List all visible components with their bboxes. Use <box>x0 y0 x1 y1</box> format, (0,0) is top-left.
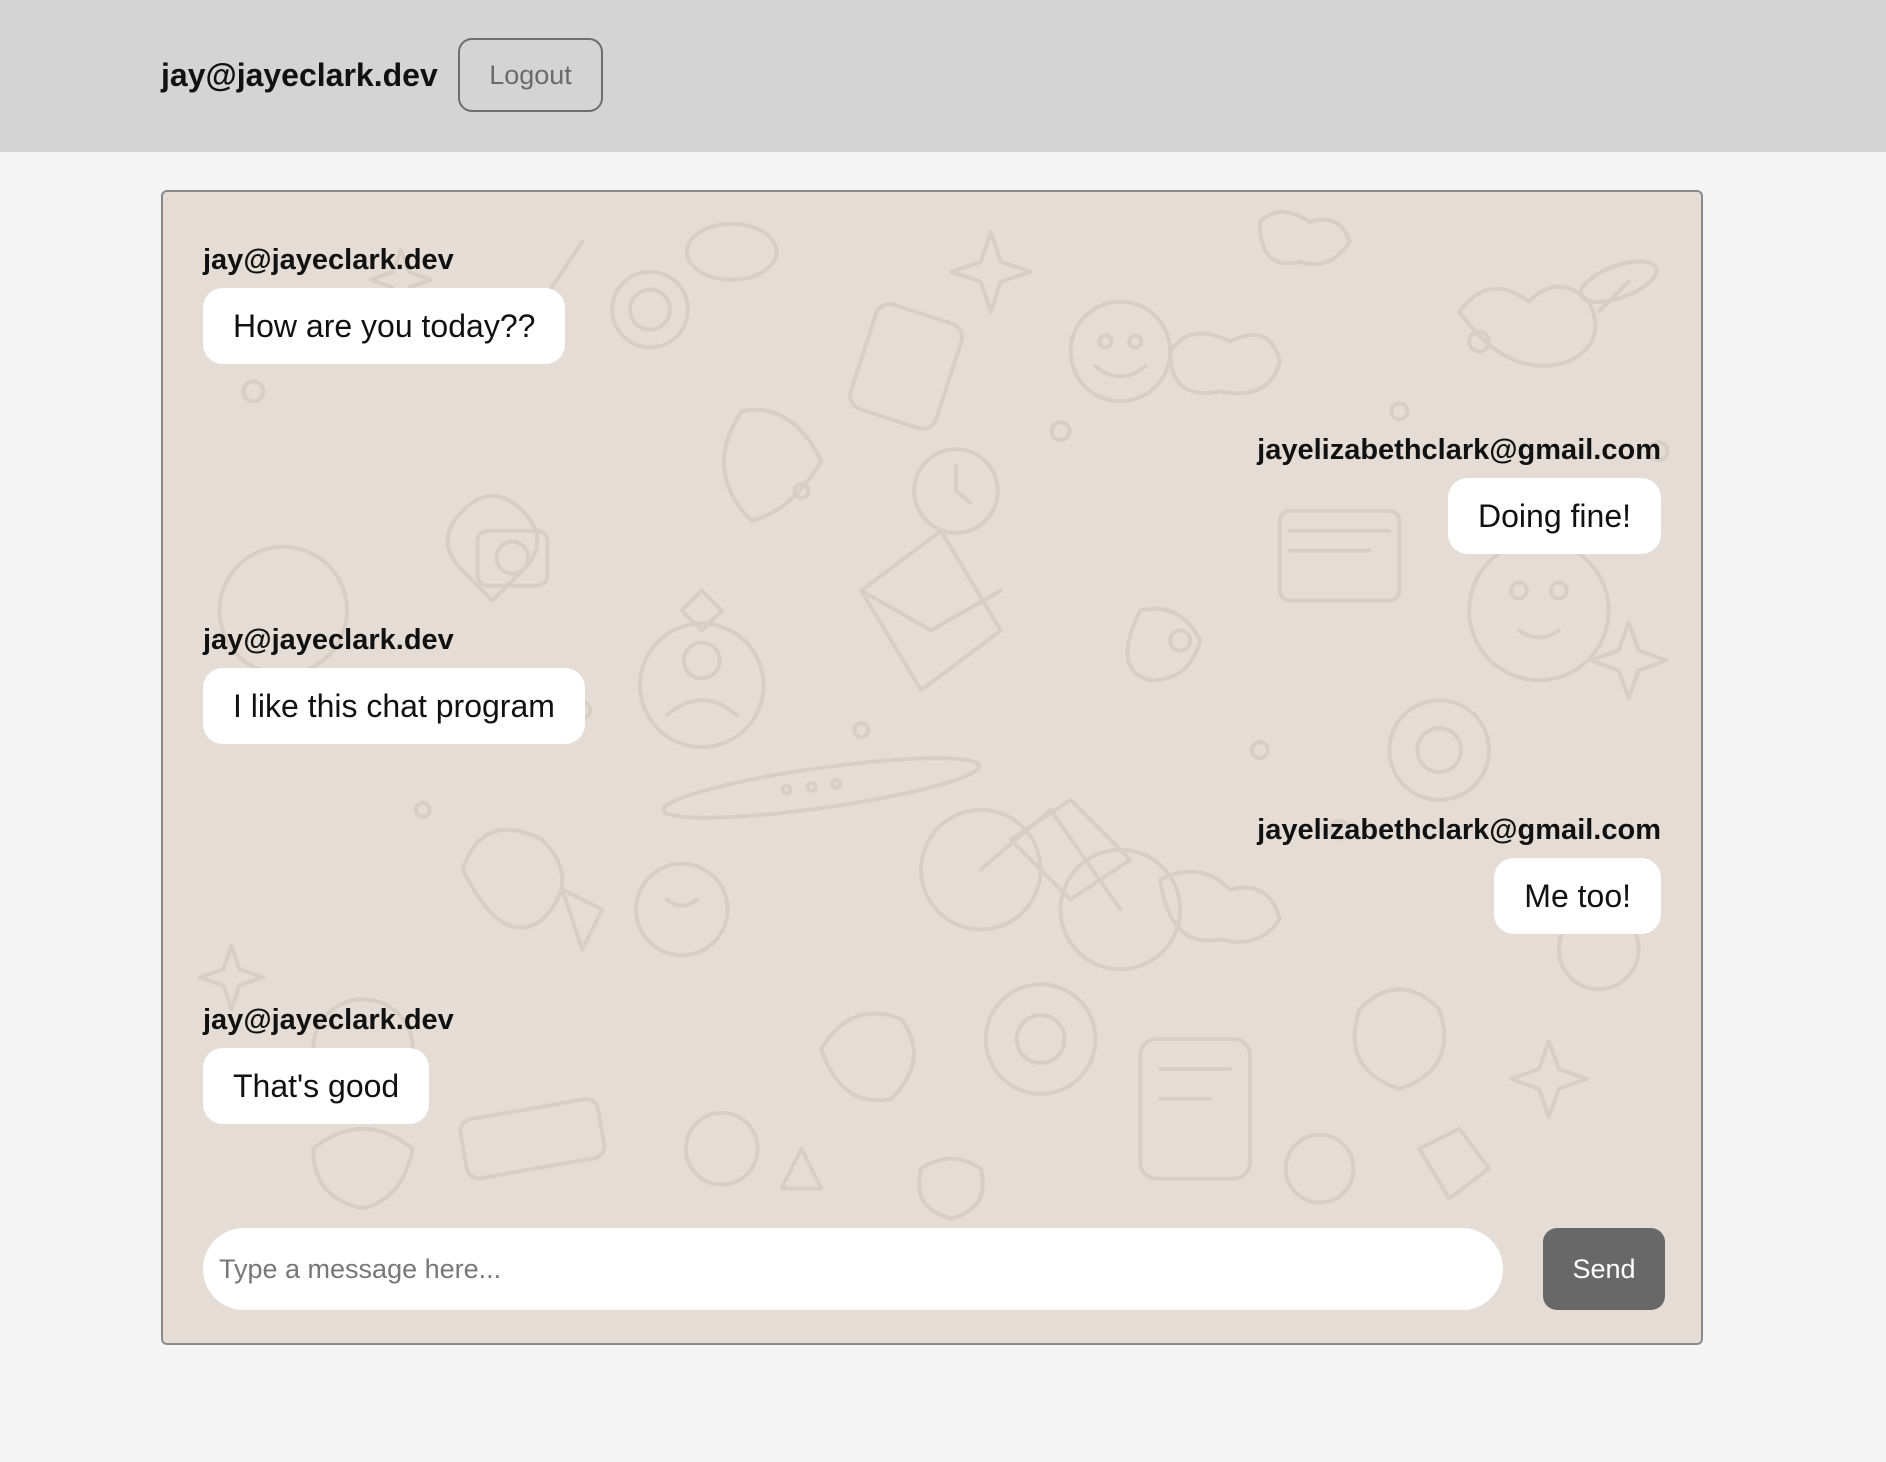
doodle-background-pattern <box>197 209 1670 1288</box>
message-sender: jay@jayeclark.dev <box>203 244 454 276</box>
message-item: jayelizabethclark@gmail.com Doing fine! <box>1257 432 1661 554</box>
current-user-email: jay@jayeclark.dev <box>161 57 438 93</box>
chat-panel: jay@jayeclark.dev How are you today?? ja… <box>161 190 1703 1345</box>
message-sender: jay@jayeclark.dev <box>203 624 454 656</box>
message-sender: jayelizabethclark@gmail.com <box>1257 814 1661 846</box>
message-bubble: I like this chat program <box>203 668 585 744</box>
message-item: jay@jayeclark.dev That's good <box>203 1002 454 1124</box>
message-item: jay@jayeclark.dev I like this chat progr… <box>203 622 585 744</box>
message-item: jay@jayeclark.dev How are you today?? <box>203 242 566 364</box>
message-item: jayelizabethclark@gmail.com Me too! <box>1257 812 1661 934</box>
logout-button[interactable]: Logout <box>458 38 603 112</box>
message-sender: jayelizabethclark@gmail.com <box>1257 434 1661 466</box>
message-bubble: That's good <box>203 1048 430 1124</box>
top-header: jay@jayeclark.dev Logout <box>0 0 1886 152</box>
message-sender: jay@jayeclark.dev <box>203 1004 454 1036</box>
message-composer: Send <box>203 1228 1665 1310</box>
send-button[interactable]: Send <box>1543 1228 1665 1310</box>
message-bubble: How are you today?? <box>203 288 566 364</box>
message-input[interactable] <box>203 1228 1503 1310</box>
message-bubble: Me too! <box>1494 858 1661 934</box>
message-bubble: Doing fine! <box>1448 478 1661 554</box>
